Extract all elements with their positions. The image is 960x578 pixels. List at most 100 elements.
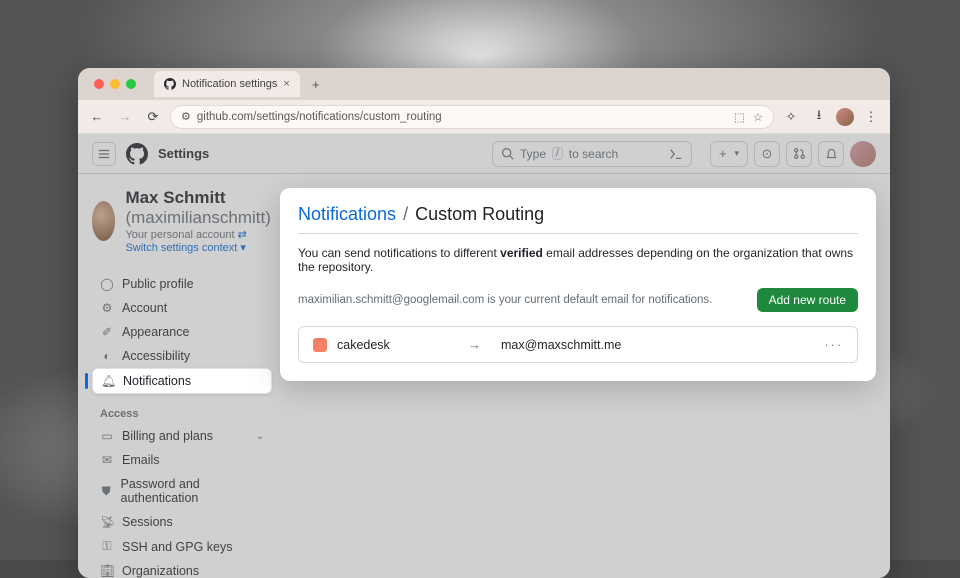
page-title: Settings bbox=[158, 146, 209, 161]
custom-routing-panel: Notifications / Custom Routing You can s… bbox=[280, 188, 876, 381]
route-org-name: cakedesk bbox=[337, 338, 390, 352]
nav-label: Billing and plans bbox=[122, 429, 213, 443]
chevron-down-icon: ▾ bbox=[240, 242, 246, 254]
default-email-text: maximilian.schmitt@googlemail.com is you… bbox=[298, 294, 712, 306]
back-button[interactable]: ← bbox=[86, 106, 108, 128]
tab-favicon bbox=[164, 78, 176, 90]
command-palette-icon[interactable] bbox=[669, 147, 683, 161]
nav-ssh[interactable]: ⚿ SSH and GPG keys bbox=[92, 534, 272, 559]
extensions-button[interactable]: ✧ bbox=[780, 106, 802, 128]
credit-card-icon: ▭ bbox=[100, 429, 114, 443]
nav-label: Emails bbox=[122, 453, 160, 467]
search-input[interactable]: Type / to search bbox=[492, 141, 692, 167]
chevron-down-icon: ⌄ bbox=[256, 431, 264, 442]
pull-requests-button[interactable] bbox=[786, 141, 812, 167]
breadcrumb-separator: / bbox=[403, 204, 408, 224]
breadcrumb-current: Custom Routing bbox=[415, 204, 544, 224]
browser-menu-button[interactable]: ⋮ bbox=[860, 106, 882, 128]
notifications-button[interactable] bbox=[818, 141, 844, 167]
user-display-name: Max Schmitt bbox=[125, 188, 225, 207]
forward-button[interactable]: → bbox=[114, 106, 136, 128]
sidebar: Max Schmitt (maximilianschmitt) Your per… bbox=[92, 188, 272, 578]
browser-window: Notification settings × + ← → ⟳ ⚙ github… bbox=[78, 68, 890, 578]
downloads-button[interactable]: ⭳ bbox=[808, 106, 830, 128]
nav-label: Organizations bbox=[122, 564, 199, 578]
reload-button[interactable]: ⟳ bbox=[142, 106, 164, 128]
install-app-icon[interactable]: ⬚ bbox=[734, 110, 745, 124]
github-header: Settings Type / to search +▾ ⊙ bbox=[78, 134, 890, 174]
window-controls bbox=[94, 79, 136, 89]
url-text: github.com/settings/notifications/custom… bbox=[197, 111, 442, 123]
browser-profile-avatar[interactable] bbox=[836, 108, 854, 126]
minimize-window-button[interactable] bbox=[110, 79, 120, 89]
browser-tab[interactable]: Notification settings × bbox=[154, 71, 300, 97]
profile-avatar bbox=[92, 201, 115, 241]
panel-description: You can send notifications to different … bbox=[298, 246, 858, 274]
browser-toolbar: ← → ⟳ ⚙ github.com/settings/notification… bbox=[78, 100, 890, 134]
accessibility-icon: ◐ bbox=[100, 349, 114, 363]
create-new-button[interactable]: +▾ bbox=[710, 141, 748, 167]
paintbrush-icon: ✐ bbox=[100, 325, 114, 339]
gear-icon: ⚙ bbox=[100, 301, 114, 315]
account-type-label: Your personal account bbox=[125, 229, 234, 241]
main-column: Notifications / Custom Routing You can s… bbox=[280, 188, 876, 578]
nav-organizations[interactable]: 🏢︎Organizations bbox=[92, 559, 272, 578]
nav-label: Password and authentication bbox=[121, 477, 264, 505]
site-settings-icon[interactable]: ⚙ bbox=[181, 110, 191, 123]
settings-nav: ◯ Public profile ⚙ Account ✐ Appearance ◐ Ac… bbox=[92, 272, 272, 578]
broadcast-icon: 📡︎ bbox=[100, 515, 114, 529]
nav-accessibility[interactable]: ◐ Accessibility bbox=[92, 344, 272, 368]
nav-public-profile[interactable]: ◯ Public profile bbox=[92, 272, 272, 296]
search-placeholder-post: to search bbox=[569, 147, 618, 161]
github-logo[interactable] bbox=[126, 143, 148, 165]
tab-strip: Notification settings × + bbox=[78, 68, 890, 100]
mail-icon: ✉ bbox=[100, 453, 114, 467]
tab-title: Notification settings bbox=[182, 78, 277, 90]
nav-label: Notifications bbox=[123, 374, 191, 388]
arrow-right-icon: → bbox=[468, 337, 481, 352]
nav-billing[interactable]: ▭ Billing and plans ⌄ bbox=[92, 424, 272, 448]
desc-bold: verified bbox=[500, 246, 543, 260]
route-email: max@maxschmitt.me bbox=[501, 338, 621, 352]
close-tab-button[interactable]: × bbox=[283, 78, 289, 90]
nav-label: Appearance bbox=[122, 325, 189, 339]
nav-emails[interactable]: ✉ Emails bbox=[92, 448, 272, 472]
page-content: Settings Type / to search +▾ ⊙ bbox=[78, 134, 890, 578]
nav-section-access: Access bbox=[100, 408, 272, 420]
switch-context-link[interactable]: Switch settings context bbox=[125, 242, 237, 254]
nav-label: Public profile bbox=[122, 277, 194, 291]
bookmark-icon[interactable]: ☆ bbox=[753, 110, 763, 124]
nav-label: Sessions bbox=[122, 515, 173, 529]
breadcrumb: Notifications / Custom Routing bbox=[298, 204, 858, 234]
swap-icon: ⇄ bbox=[238, 229, 247, 241]
nav-appearance[interactable]: ✐ Appearance bbox=[92, 320, 272, 344]
user-login: (maximilianschmitt) bbox=[125, 208, 270, 227]
desc-text: You can send notifications to different bbox=[298, 246, 500, 260]
nav-account[interactable]: ⚙ Account bbox=[92, 296, 272, 320]
nav-label: Accessibility bbox=[122, 349, 190, 363]
nav-label: Account bbox=[122, 301, 167, 315]
nav-password[interactable]: ⛊ Password and authentication bbox=[92, 472, 272, 510]
shield-icon: ⛊ bbox=[100, 484, 113, 499]
breadcrumb-notifications-link[interactable]: Notifications bbox=[298, 204, 396, 224]
close-window-button[interactable] bbox=[94, 79, 104, 89]
new-tab-button[interactable]: + bbox=[306, 77, 326, 92]
nav-sessions[interactable]: 📡︎ Sessions bbox=[92, 510, 272, 534]
person-icon: ◯ bbox=[100, 277, 114, 291]
route-actions-menu[interactable]: ··· bbox=[825, 338, 844, 352]
hamburger-menu[interactable] bbox=[92, 142, 116, 166]
add-new-route-button[interactable]: Add new route bbox=[757, 288, 858, 312]
nav-notifications[interactable]: 🔔︎ Notifications bbox=[92, 368, 272, 394]
key-icon: ⚿ bbox=[100, 539, 114, 554]
org-avatar bbox=[313, 338, 327, 352]
search-placeholder-pre: Type bbox=[520, 147, 546, 161]
bell-icon: 🔔︎ bbox=[101, 374, 115, 388]
search-shortcut-key: / bbox=[552, 147, 563, 160]
maximize-window-button[interactable] bbox=[126, 79, 136, 89]
route-row: cakedesk → max@maxschmitt.me ··· bbox=[298, 326, 858, 363]
nav-label: SSH and GPG keys bbox=[122, 540, 232, 554]
issues-button[interactable]: ⊙ bbox=[754, 141, 780, 167]
search-icon bbox=[501, 147, 514, 160]
address-bar[interactable]: ⚙ github.com/settings/notifications/cust… bbox=[170, 105, 774, 129]
user-avatar[interactable] bbox=[850, 141, 876, 167]
